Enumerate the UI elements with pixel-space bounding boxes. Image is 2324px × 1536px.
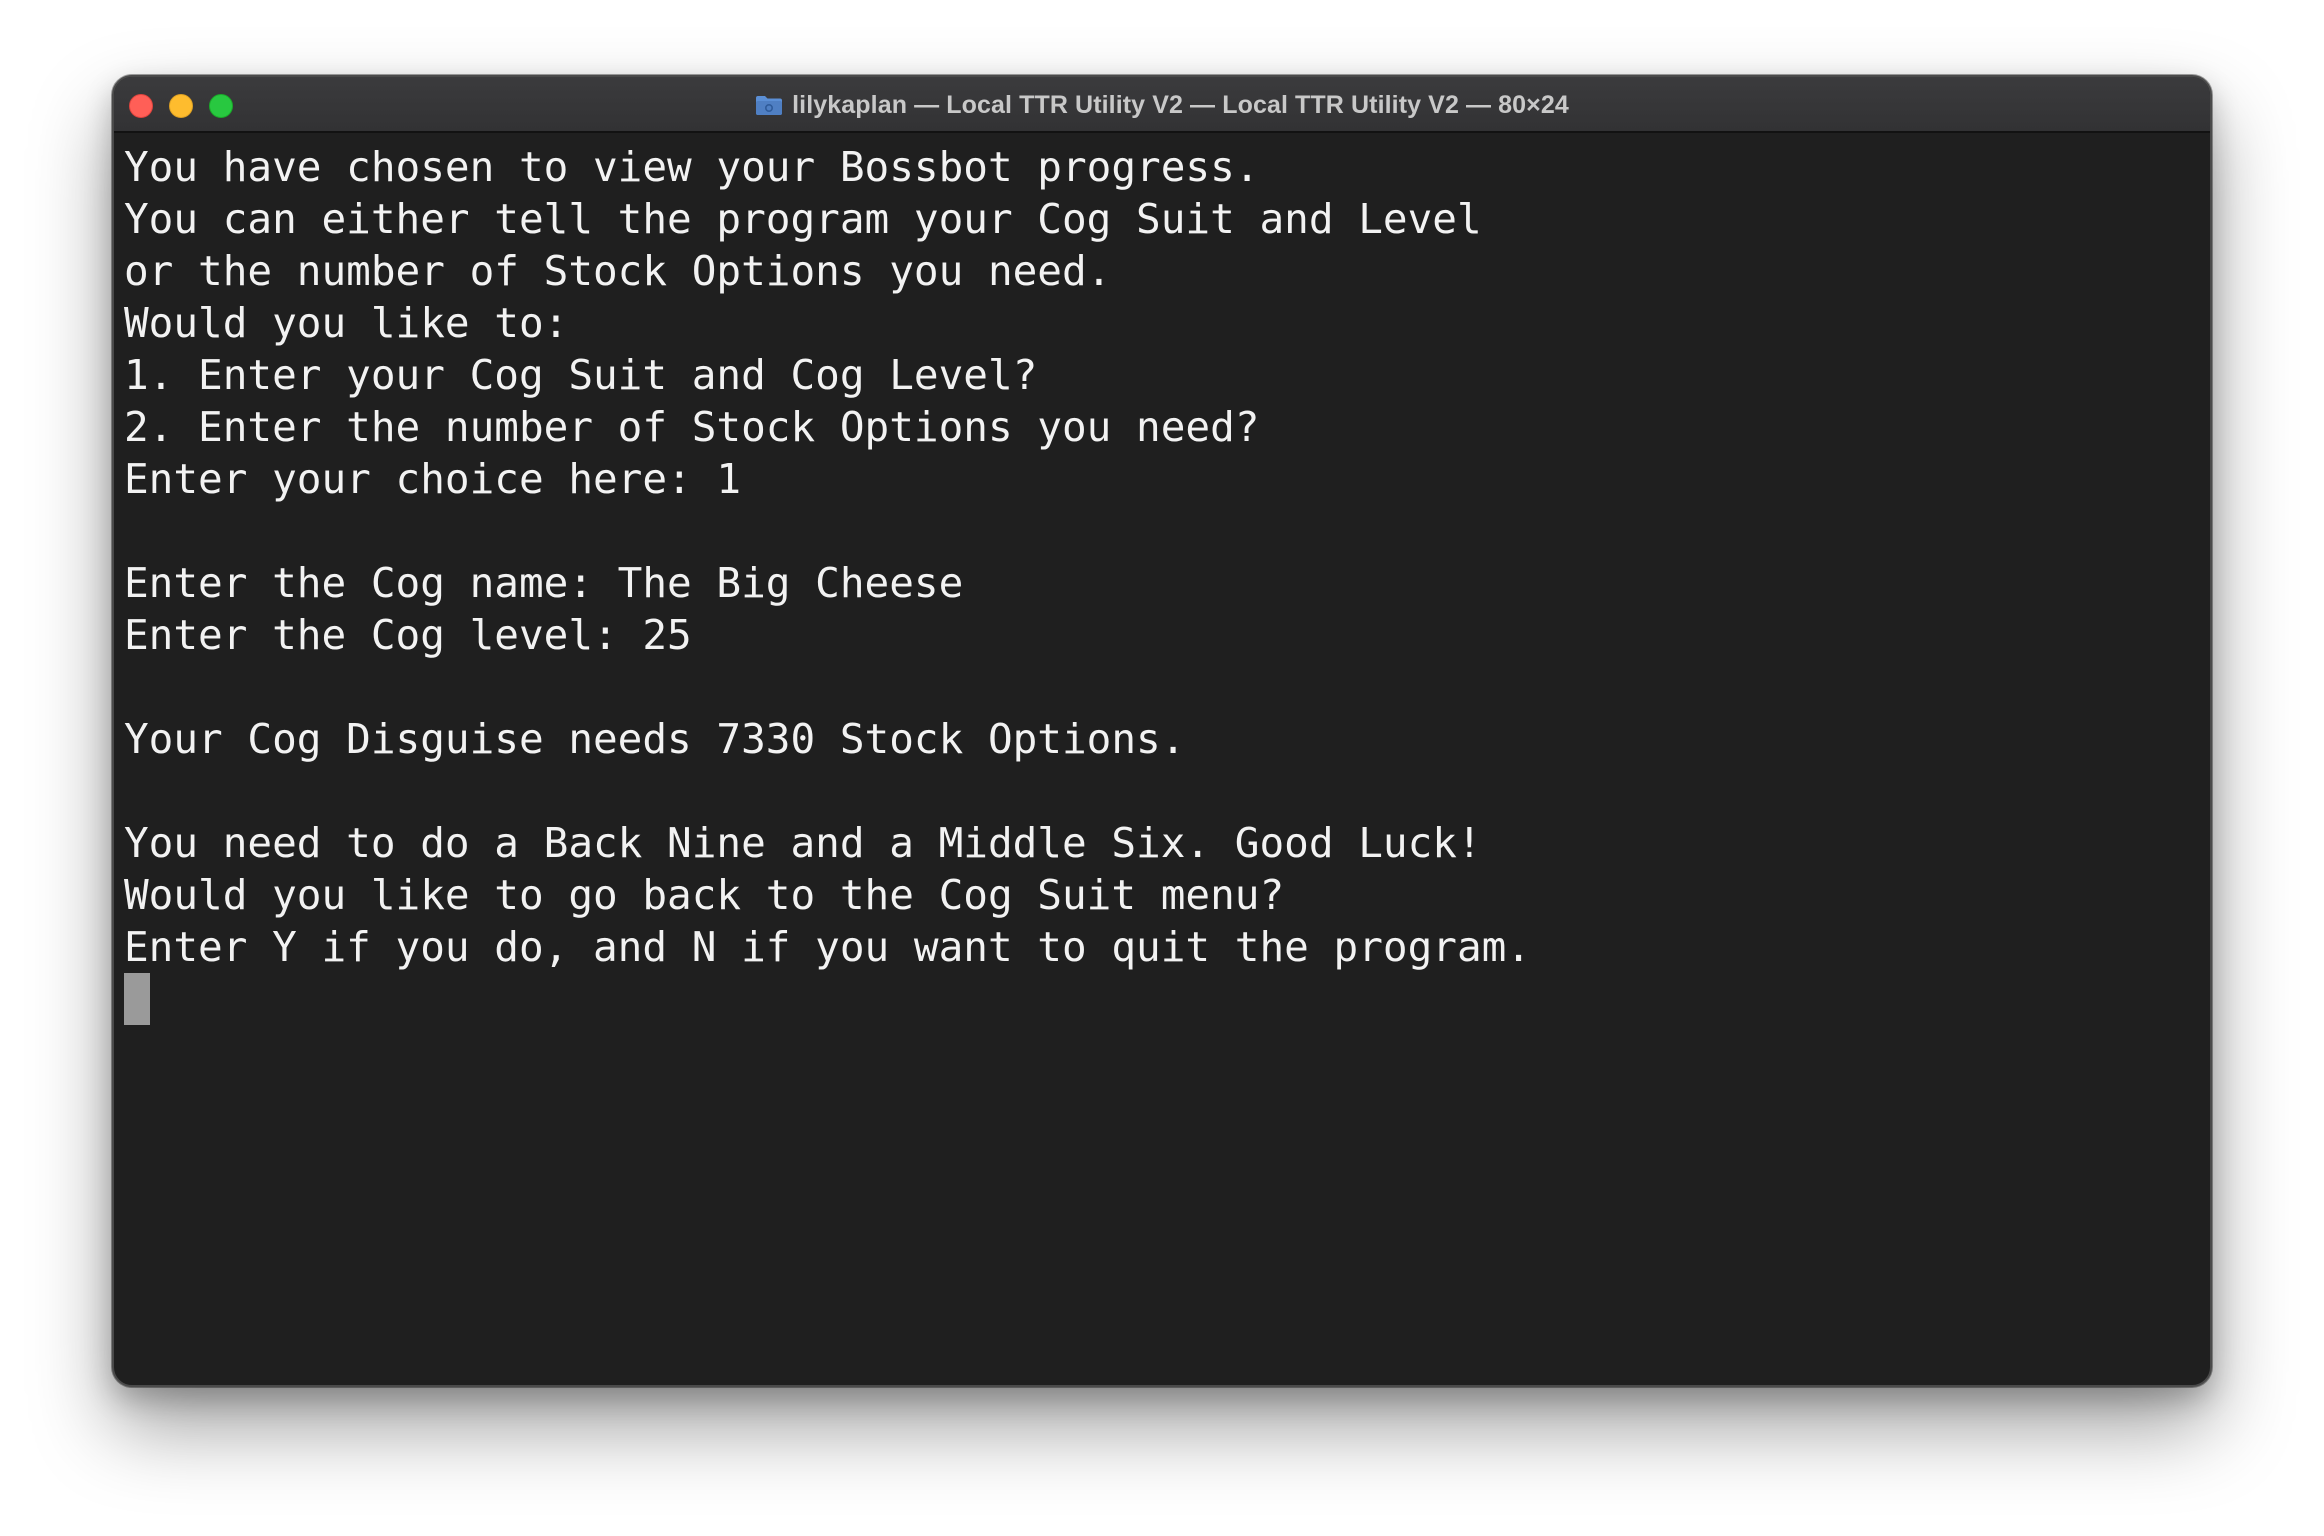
- title-bar[interactable]: lilykaplan — Local TTR Utility V2 — Loca…: [114, 77, 2210, 133]
- terminal-line: Enter the Cog level: 25: [124, 611, 692, 659]
- window-title: lilykaplan — Local TTR Utility V2 — Loca…: [792, 90, 1569, 119]
- terminal-line: Your Cog Disguise needs 7330 Stock Optio…: [124, 715, 1186, 763]
- terminal-input-line[interactable]: [124, 973, 2200, 1025]
- terminal-line: Would you like to go back to the Cog Sui…: [124, 871, 1285, 919]
- terminal-line: Enter Y if you do, and N if you want to …: [124, 923, 1531, 971]
- terminal-line: or the number of Stock Options you need.: [124, 247, 1112, 295]
- terminal-window: lilykaplan — Local TTR Utility V2 — Loca…: [112, 75, 2212, 1387]
- terminal-line: Enter your choice here: 1: [124, 455, 742, 503]
- terminal-line: 1. Enter your Cog Suit and Cog Level?: [124, 351, 1038, 399]
- terminal-line: You need to do a Back Nine and a Middle …: [124, 819, 1482, 867]
- folder-icon: [755, 94, 783, 116]
- window-title-container: lilykaplan — Local TTR Utility V2 — Loca…: [114, 77, 2210, 133]
- terminal-line: 2. Enter the number of Stock Options you…: [124, 403, 1260, 451]
- terminal-line: You have chosen to view your Bossbot pro…: [124, 143, 1260, 191]
- terminal-line: Would you like to:: [124, 299, 569, 347]
- text-cursor: [124, 973, 150, 1025]
- terminal-line: Enter the Cog name: The Big Cheese: [124, 559, 964, 607]
- terminal-output[interactable]: You have chosen to view your Bossbot pro…: [124, 141, 2200, 1375]
- terminal-line: You can either tell the program your Cog…: [124, 195, 1482, 243]
